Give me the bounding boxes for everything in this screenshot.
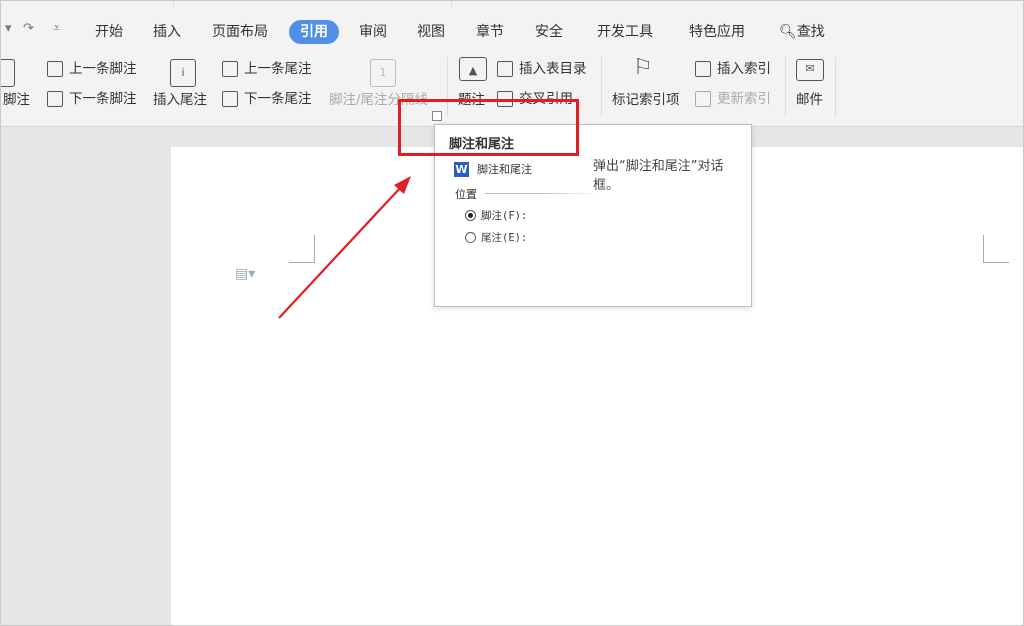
tab-insert[interactable]: 插入 [153,20,181,44]
tab-developer[interactable]: 开发工具 [597,20,653,44]
next-endnote-icon [222,91,238,107]
customize-toolbar-icon[interactable]: ⩡ [53,21,60,36]
margin-corner-mark [983,235,1009,263]
top-separator [451,1,452,7]
tab-start[interactable]: 开始 [95,20,123,44]
caption-icon[interactable]: ▲ [459,57,487,81]
tab-view[interactable]: 视图 [417,20,445,44]
insert-footnote-icon[interactable] [1,59,15,87]
tab-special-apps[interactable]: 特色应用 [689,20,745,44]
endnote-radio-label: 尾注(E): [481,232,528,244]
paste-options-icon[interactable]: ▤▾ [235,266,255,282]
app-window: ▾ ↷ ⩡ 开始 插入 页面布局 引用 审阅 视图 章节 安全 开发工具 特色应… [0,0,1024,626]
search-label: 查找 [796,24,825,40]
endnote-radio [465,232,476,243]
preview-section-label: 位置 [455,188,477,201]
preview-divider [485,193,595,194]
preview-dialog-title: 脚注和尾注 [477,163,532,176]
insert-index-button[interactable]: 插入索引 [717,59,771,79]
mail-button[interactable]: 邮件 [796,90,823,110]
separator-icon: 1 [370,59,396,87]
tooltip-preview: W 脚注和尾注 位置 脚注(F): 尾注(E): [449,159,599,269]
prev-endnote-button[interactable]: 上一条尾注 [244,59,312,79]
prev-footnote-icon [47,61,63,77]
search-button[interactable]: 🔍︎查找 [779,20,825,44]
mail-icon[interactable]: ✉ [796,59,824,81]
group-divider [835,57,836,117]
wps-writer-icon: W [454,162,469,177]
group-divider [601,57,602,117]
tab-references[interactable]: 引用 [289,20,339,44]
margin-corner-mark [289,235,315,263]
tooltip-description: 弹出“脚注和尾注”对话框。 [593,159,724,193]
prev-endnote-icon [222,61,238,77]
insert-index-icon [695,61,711,77]
next-footnote-icon [47,91,63,107]
footnote-radio-label: 脚注(F): [481,210,528,222]
mark-index-button[interactable]: 标记索引项 [612,90,680,110]
tab-security[interactable]: 安全 [535,20,563,44]
dropdown-arrow-icon[interactable]: ▾ [5,21,12,36]
insert-endnote-button[interactable]: 插入尾注 [153,90,207,110]
insert-toc-button[interactable]: 插入表目录 [519,59,587,79]
insert-endnote-icon[interactable]: i [170,59,196,87]
update-index-icon [695,91,711,107]
footnote-radio [465,210,476,221]
annotation-highlight-box [398,99,579,156]
redo-icon[interactable]: ↷ [23,21,34,36]
next-footnote-button[interactable]: 下一条脚注 [69,89,137,109]
insert-footnote-button[interactable]: 脚注 [3,90,30,110]
prev-footnote-button[interactable]: 上一条脚注 [69,59,137,79]
top-separator [173,1,174,7]
mark-index-icon[interactable]: ⚐ [633,55,653,80]
table-of-contents-icon [497,61,513,77]
group-divider [785,57,786,117]
menu-bar: ▾ ↷ ⩡ 开始 插入 页面布局 引用 审阅 视图 章节 安全 开发工具 特色应… [1,1,1023,49]
tab-page-layout[interactable]: 页面布局 [212,20,268,44]
tab-chapter[interactable]: 章节 [476,20,504,44]
tab-review[interactable]: 审阅 [359,20,387,44]
update-index-button[interactable]: 更新索引 [717,89,771,109]
next-endnote-button[interactable]: 下一条尾注 [244,89,312,109]
search-icon: 🔍︎ [779,24,797,40]
